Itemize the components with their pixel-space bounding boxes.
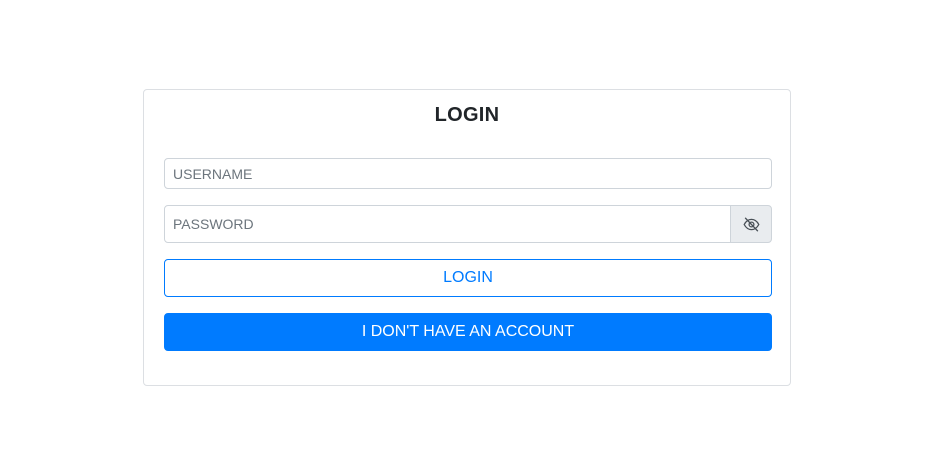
login-card: LOGIN LOGIN I DON'T HAVE AN ACCOUNT bbox=[143, 89, 791, 386]
password-visibility-toggle[interactable] bbox=[730, 205, 772, 243]
password-group bbox=[164, 205, 772, 243]
password-input[interactable] bbox=[164, 205, 731, 243]
no-account-button[interactable]: I DON'T HAVE AN ACCOUNT bbox=[164, 313, 772, 351]
login-button[interactable]: LOGIN bbox=[164, 259, 772, 297]
eye-slash-icon bbox=[742, 217, 760, 232]
login-title: LOGIN bbox=[434, 104, 500, 126]
username-input[interactable] bbox=[164, 158, 772, 189]
